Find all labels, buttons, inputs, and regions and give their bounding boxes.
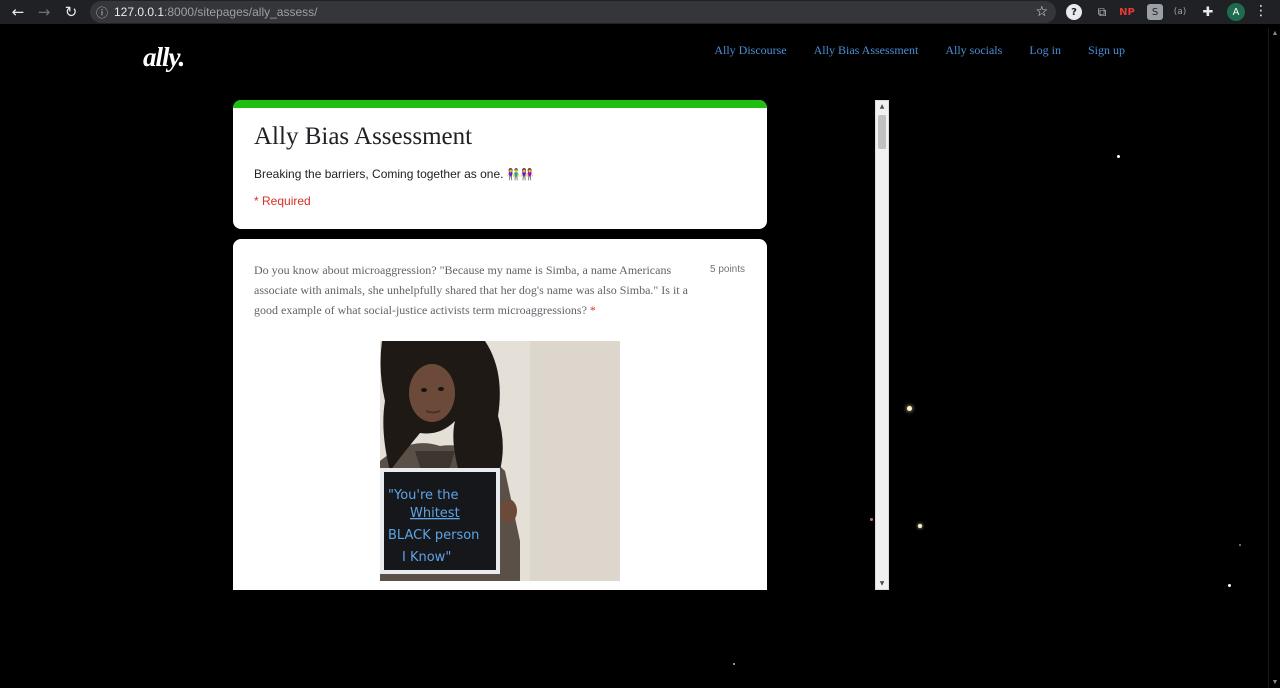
form-frame-scroll-thumb[interactable] — [878, 115, 886, 149]
form-description-text: Breaking the barriers, Coming together a… — [254, 167, 504, 181]
sign-line-1: "You're the — [388, 488, 458, 503]
browser-menu-icon[interactable]: ⋮ — [1254, 3, 1268, 21]
nav-ally-discourse[interactable]: Ally Discourse — [714, 43, 786, 58]
background-star — [918, 524, 922, 528]
background-star — [1239, 544, 1241, 546]
site-logo[interactable]: ally. — [143, 42, 185, 73]
scroll-down-icon[interactable]: ▼ — [878, 580, 886, 587]
help-extension-icon[interactable]: ? — [1066, 4, 1082, 20]
page-scrollbar[interactable]: ▲ ▼ — [1268, 28, 1280, 688]
site-info-icon[interactable]: ⓘ — [90, 4, 114, 21]
form-title: Ally Bias Assessment — [254, 123, 473, 150]
background-star — [907, 406, 912, 411]
nav-ally-bias-assessment[interactable]: Ally Bias Assessment — [814, 43, 919, 58]
nav-sign-up[interactable]: Sign up — [1088, 43, 1125, 58]
url-path: :8000/sitepages/ally_assess/ — [164, 5, 318, 19]
background-star — [733, 663, 735, 665]
url-host: 127.0.0.1 — [114, 5, 165, 19]
form-accent-bar — [233, 100, 767, 108]
bookmark-star-icon[interactable]: ☆ — [1035, 4, 1048, 20]
page-scroll-down-icon[interactable]: ▼ — [1271, 679, 1279, 686]
question-text-body: Do you know about microaggression? "Beca… — [254, 263, 688, 317]
form-frame-scrollbar[interactable]: ▲ ▼ — [875, 100, 889, 590]
page-scroll-up-icon[interactable]: ▲ — [1271, 30, 1279, 37]
forward-icon[interactable]: → — [31, 0, 57, 24]
background-star — [1117, 155, 1120, 158]
browser-toolbar: ← → ↻ ⓘ 127.0.0.1:8000/sitepages/ally_as… — [0, 0, 1280, 24]
required-asterisk: * — [589, 303, 596, 317]
question-text: Do you know about microaggression? "Beca… — [254, 260, 709, 320]
reload-icon[interactable]: ↻ — [58, 0, 84, 24]
extensions-puzzle-icon[interactable]: ✚ — [1200, 4, 1216, 20]
embedded-form-frame: Ally Bias Assessment Breaking the barrie… — [233, 100, 889, 590]
background-star — [1228, 584, 1231, 587]
nav-ally-socials[interactable]: Ally socials — [945, 43, 1002, 58]
scroll-up-icon[interactable]: ▲ — [878, 103, 886, 110]
site-nav: Ally Discourse Ally Bias Assessment Ally… — [714, 43, 1125, 58]
people-emoji-icon: 👫👭 — [506, 168, 534, 181]
question-card: Do you know about microaggression? "Beca… — [233, 239, 767, 590]
question-photo: "You're the Whitest BLACK person I Know" — [380, 341, 620, 581]
a-extension-icon[interactable]: (a) — [1172, 4, 1188, 20]
copy-extension-icon[interactable]: ⧉ — [1094, 4, 1110, 20]
form-header-card: Ally Bias Assessment Breaking the barrie… — [233, 100, 767, 229]
question-points: 5 points — [710, 264, 746, 275]
required-note: * Required — [254, 194, 311, 208]
back-icon[interactable]: ← — [5, 0, 31, 24]
address-bar[interactable]: ⓘ 127.0.0.1:8000/sitepages/ally_assess/ … — [90, 1, 1056, 23]
sign-line-4: I Know" — [402, 550, 451, 565]
profile-avatar[interactable]: A — [1227, 3, 1245, 21]
page-body: ally. Ally Discourse Ally Bias Assessmen… — [0, 28, 1268, 688]
question-image: "You're the Whitest BLACK person I Know" — [380, 341, 620, 581]
form-description: Breaking the barriers, Coming together a… — [254, 167, 534, 181]
np-extension-icon[interactable]: NP — [1119, 4, 1135, 20]
s-extension-icon[interactable]: S — [1147, 4, 1163, 20]
sign-line-3: BLACK person — [388, 528, 479, 543]
nav-log-in[interactable]: Log in — [1029, 43, 1061, 58]
sign-line-2: Whitest — [410, 506, 460, 521]
